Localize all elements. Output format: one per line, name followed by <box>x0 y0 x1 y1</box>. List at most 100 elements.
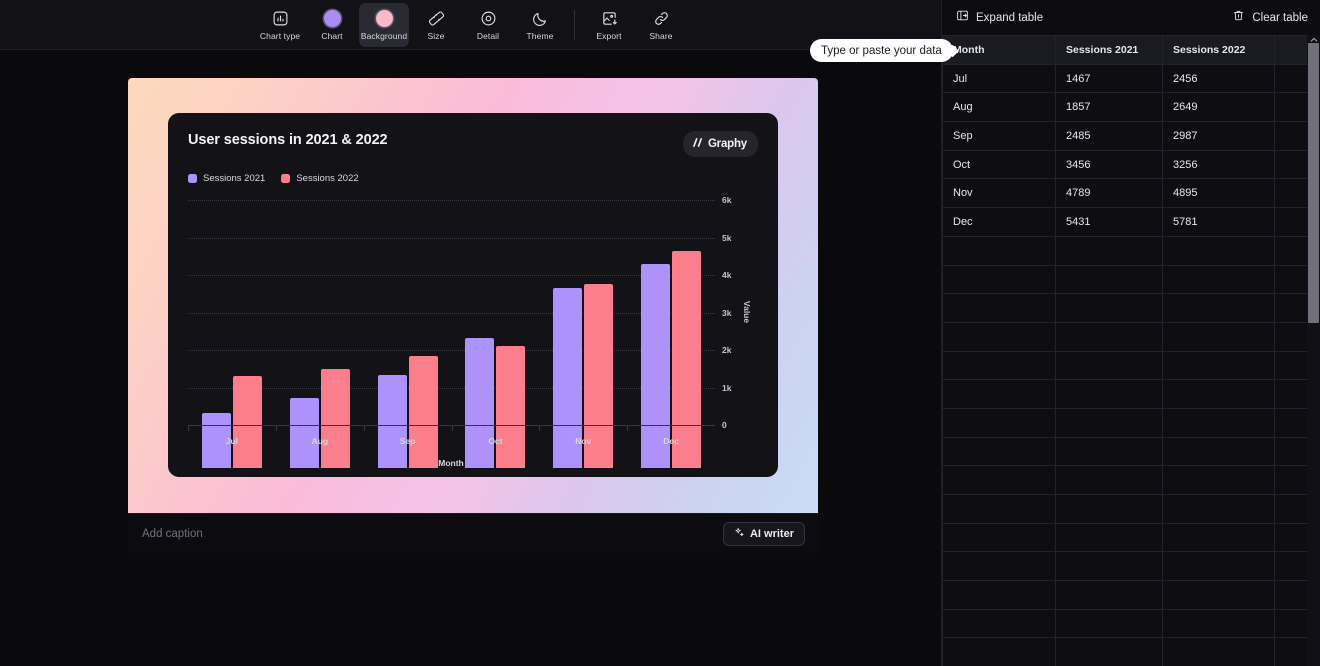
tool-detail[interactable]: Detail <box>463 3 513 47</box>
chart-canvas[interactable]: User sessions in 2021 & 2022 Graphy Sess… <box>128 78 818 553</box>
caption-input[interactable]: Add caption <box>142 528 203 540</box>
table-cell[interactable] <box>942 551 1056 582</box>
table-cell[interactable] <box>1274 178 1309 209</box>
legend-item[interactable]: Sessions 2021 <box>188 173 265 184</box>
table-cell[interactable] <box>942 350 1056 381</box>
table-cell[interactable] <box>942 264 1056 295</box>
table-cell[interactable] <box>1055 407 1163 438</box>
table-cell[interactable] <box>1162 235 1275 266</box>
table-cell[interactable] <box>942 321 1056 352</box>
table-cell[interactable] <box>1162 407 1275 438</box>
bar[interactable] <box>232 375 262 468</box>
tool-export[interactable]: Export <box>584 3 634 47</box>
table-cell[interactable] <box>1274 494 1309 524</box>
tool-share[interactable]: Share <box>636 3 686 47</box>
table-cell[interactable] <box>1274 551 1309 582</box>
table-cell[interactable] <box>1162 608 1275 639</box>
table-cell[interactable] <box>1055 494 1163 524</box>
table-cell[interactable] <box>1055 235 1163 266</box>
table-cell[interactable]: 1857 <box>1055 92 1163 123</box>
tool-theme[interactable]: Theme <box>515 3 565 47</box>
table-cell[interactable] <box>1055 551 1163 582</box>
table-cell[interactable] <box>1162 350 1275 381</box>
table-cell[interactable] <box>1274 379 1309 409</box>
table-cell[interactable] <box>1274 465 1309 495</box>
table-cell[interactable] <box>1162 522 1275 553</box>
bar[interactable] <box>289 398 319 468</box>
table-cell[interactable] <box>1055 350 1163 381</box>
table-cell[interactable] <box>1274 580 1309 610</box>
table-cell[interactable] <box>1162 637 1275 666</box>
table-cell[interactable]: 5431 <box>1055 207 1163 237</box>
table-cell[interactable] <box>942 608 1056 639</box>
table-cell[interactable] <box>1274 63 1309 94</box>
table-cell[interactable] <box>942 235 1056 266</box>
table-cell[interactable] <box>1274 608 1309 639</box>
column-header[interactable]: Sessions 2022 <box>1162 35 1275 65</box>
table-cell[interactable]: 2485 <box>1055 121 1163 151</box>
table-cell[interactable] <box>1055 522 1163 553</box>
ai-writer-button[interactable]: AI writer <box>722 521 805 546</box>
table-cell[interactable] <box>942 580 1056 610</box>
table-cell[interactable]: Aug <box>942 92 1056 123</box>
table-cell[interactable] <box>1274 264 1309 295</box>
table-cell[interactable] <box>942 293 1056 323</box>
table-cell[interactable] <box>942 494 1056 524</box>
table-cell[interactable]: 4895 <box>1162 178 1275 209</box>
table-cell[interactable] <box>1162 379 1275 409</box>
clear-table-button[interactable]: Clear table <box>1232 9 1308 27</box>
table-cell[interactable]: 5781 <box>1162 207 1275 237</box>
bar[interactable] <box>320 368 350 468</box>
table-cell[interactable]: 3256 <box>1162 149 1275 180</box>
table-cell[interactable] <box>942 637 1056 666</box>
column-header[interactable]: Month <box>942 35 1056 65</box>
table-cell[interactable]: 3456 <box>1055 149 1163 180</box>
bar[interactable] <box>377 374 407 468</box>
data-grid[interactable]: Month Sessions 2021 Sessions 2022 Jul 1467 2… <box>942 35 1309 666</box>
column-header[interactable] <box>1274 35 1309 65</box>
table-cell[interactable] <box>1162 494 1275 524</box>
table-cell[interactable] <box>1274 321 1309 352</box>
table-cell[interactable] <box>1274 92 1309 123</box>
bar[interactable] <box>496 345 526 468</box>
table-cell[interactable] <box>1162 465 1275 495</box>
table-cell[interactable] <box>1055 436 1163 467</box>
table-cell[interactable] <box>1162 580 1275 610</box>
tool-size[interactable]: Size <box>411 3 461 47</box>
bar[interactable] <box>408 356 438 468</box>
tool-background[interactable]: Background <box>359 2 409 47</box>
table-cell[interactable] <box>1162 264 1275 295</box>
bar[interactable] <box>465 338 495 468</box>
table-cell[interactable] <box>1162 551 1275 582</box>
table-cell[interactable] <box>1055 580 1163 610</box>
legend-item[interactable]: Sessions 2022 <box>281 173 359 184</box>
table-cell[interactable]: Sep <box>942 121 1056 151</box>
column-header[interactable]: Sessions 2021 <box>1055 35 1163 65</box>
table-cell[interactable] <box>1055 637 1163 666</box>
table-scrollbar[interactable] <box>1307 35 1320 666</box>
table-cell[interactable] <box>942 465 1056 495</box>
table-cell[interactable] <box>1274 207 1309 237</box>
table-cell[interactable]: 2456 <box>1162 63 1275 94</box>
table-cell[interactable] <box>1162 321 1275 352</box>
tool-chart-type[interactable]: Chart type <box>255 3 305 47</box>
table-cell[interactable] <box>1055 608 1163 639</box>
table-cell[interactable] <box>1055 264 1163 295</box>
table-cell[interactable] <box>1274 293 1309 323</box>
table-cell[interactable] <box>1055 465 1163 495</box>
table-cell[interactable]: Oct <box>942 149 1056 180</box>
table-cell[interactable] <box>1274 407 1309 438</box>
table-cell[interactable] <box>1274 149 1309 180</box>
table-cell[interactable] <box>1055 293 1163 323</box>
tool-chart[interactable]: Chart <box>307 3 357 47</box>
table-cell[interactable]: 4789 <box>1055 178 1163 209</box>
table-cell[interactable] <box>942 407 1056 438</box>
table-cell[interactable] <box>942 522 1056 553</box>
table-cell[interactable] <box>942 379 1056 409</box>
table-cell[interactable]: Nov <box>942 178 1056 209</box>
table-cell[interactable] <box>1274 637 1309 666</box>
table-cell[interactable]: Dec <box>942 207 1056 237</box>
graphy-watermark-badge[interactable]: Graphy <box>682 131 758 157</box>
table-cell[interactable]: 2987 <box>1162 121 1275 151</box>
table-cell[interactable]: 1467 <box>1055 63 1163 94</box>
